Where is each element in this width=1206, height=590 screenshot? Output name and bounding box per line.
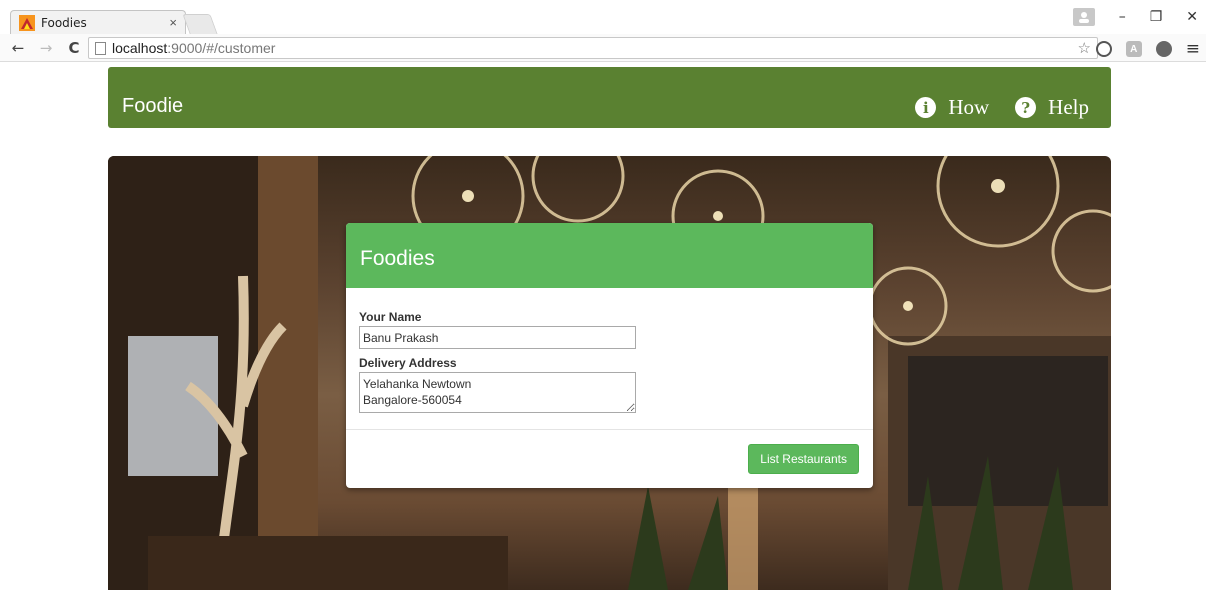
- address-label: Delivery Address: [359, 356, 457, 370]
- address-textarea[interactable]: Yelahanka Newtown Bangalore-560054: [359, 372, 636, 413]
- reload-button[interactable]: C: [64, 39, 84, 57]
- url-path: :9000/#/customer: [167, 40, 276, 56]
- card-title: Foodies: [360, 247, 435, 270]
- nav-how-link[interactable]: i How: [915, 95, 989, 120]
- tab-close-icon[interactable]: ×: [169, 15, 177, 30]
- new-tab-button[interactable]: [182, 14, 218, 34]
- tab-favicon-icon: [19, 14, 35, 31]
- customer-form-card: Foodies Your Name Delivery Address Yelah…: [346, 223, 873, 488]
- close-window-button[interactable]: ✕: [1186, 9, 1198, 25]
- list-restaurants-button[interactable]: List Restaurants: [748, 444, 859, 474]
- restore-button[interactable]: ❐: [1150, 9, 1163, 25]
- browser-tab[interactable]: Foodies ×: [10, 10, 186, 34]
- navbar-links: i How ? Help: [889, 95, 1089, 120]
- forward-button[interactable]: →: [36, 39, 56, 57]
- profile-icon[interactable]: [1072, 8, 1095, 26]
- nav-help-link[interactable]: ? Help: [1015, 95, 1089, 120]
- bookmark-star-icon[interactable]: ☆: [1078, 39, 1091, 57]
- window-controls: – ❐ ✕: [1072, 8, 1198, 26]
- nav-help-label: Help: [1048, 95, 1089, 119]
- browser-toolbar: ← → C localhost :9000/#/customer ☆ A ≡: [0, 34, 1206, 62]
- extension-icons: A ≡: [1095, 39, 1200, 59]
- extension-angular-icon[interactable]: [1155, 41, 1172, 57]
- card-body: Your Name Delivery Address Yelahanka New…: [346, 288, 873, 430]
- extension-refresh-icon[interactable]: [1095, 41, 1112, 57]
- minimize-button[interactable]: –: [1119, 9, 1126, 25]
- back-button[interactable]: ←: [8, 39, 28, 57]
- tab-title: Foodies: [41, 15, 87, 30]
- name-input[interactable]: [359, 326, 636, 349]
- address-bar[interactable]: localhost :9000/#/customer ☆: [88, 37, 1098, 59]
- name-label: Your Name: [359, 310, 422, 324]
- navbar-brand[interactable]: Foodie: [122, 95, 183, 118]
- browser-tabstrip: Foodies × – ❐ ✕: [0, 0, 1206, 34]
- app-navbar: Foodie i How ? Help: [108, 67, 1111, 128]
- info-icon: i: [915, 97, 937, 118]
- page-icon: [95, 41, 106, 55]
- nav-how-label: How: [948, 95, 990, 119]
- chrome-menu-icon[interactable]: ≡: [1186, 39, 1200, 59]
- card-footer: List Restaurants: [346, 430, 873, 488]
- card-header: Foodies: [346, 223, 873, 288]
- url-host: localhost: [112, 40, 168, 56]
- extension-a-icon[interactable]: A: [1125, 41, 1142, 57]
- question-icon: ?: [1015, 97, 1037, 118]
